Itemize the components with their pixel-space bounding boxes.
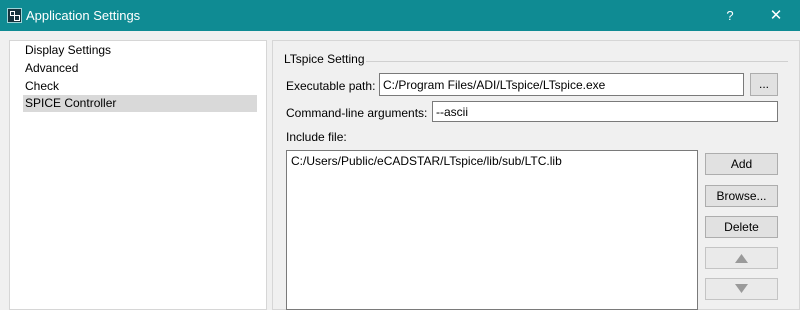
include-file-label: Include file:	[286, 130, 347, 144]
command-line-arguments-label: Command-line arguments:	[286, 106, 428, 120]
add-button[interactable]: Add	[705, 153, 778, 175]
delete-button[interactable]: Delete	[705, 216, 778, 238]
nav-item-check[interactable]: Check	[23, 78, 257, 95]
browse-executable-button[interactable]: ...	[750, 73, 778, 96]
executable-path-input[interactable]	[379, 73, 744, 96]
nav-item-display-settings[interactable]: Display Settings	[23, 42, 257, 59]
include-file-list[interactable]: C:/Users/Public/eCADSTAR/LTspice/lib/sub…	[286, 150, 698, 310]
group-divider	[366, 61, 788, 62]
triangle-down-icon	[735, 284, 748, 293]
executable-path-label: Executable path:	[286, 79, 376, 93]
title-bar: Application Settings ? ✕	[0, 0, 800, 31]
window-title: Application Settings	[26, 8, 141, 23]
help-button[interactable]: ?	[710, 0, 750, 31]
move-up-button[interactable]	[705, 247, 778, 269]
group-title: LTspice Setting	[284, 52, 365, 66]
nav-item-advanced[interactable]: Advanced	[23, 60, 257, 77]
command-line-arguments-input[interactable]	[432, 101, 778, 122]
triangle-up-icon	[735, 254, 748, 263]
close-button[interactable]: ✕	[756, 0, 796, 31]
app-icon	[7, 8, 22, 23]
move-down-button[interactable]	[705, 278, 778, 300]
nav-item-spice-controller[interactable]: SPICE Controller	[23, 95, 257, 112]
list-item[interactable]: C:/Users/Public/eCADSTAR/LTspice/lib/sub…	[291, 154, 562, 168]
browse-button[interactable]: Browse...	[705, 185, 778, 207]
